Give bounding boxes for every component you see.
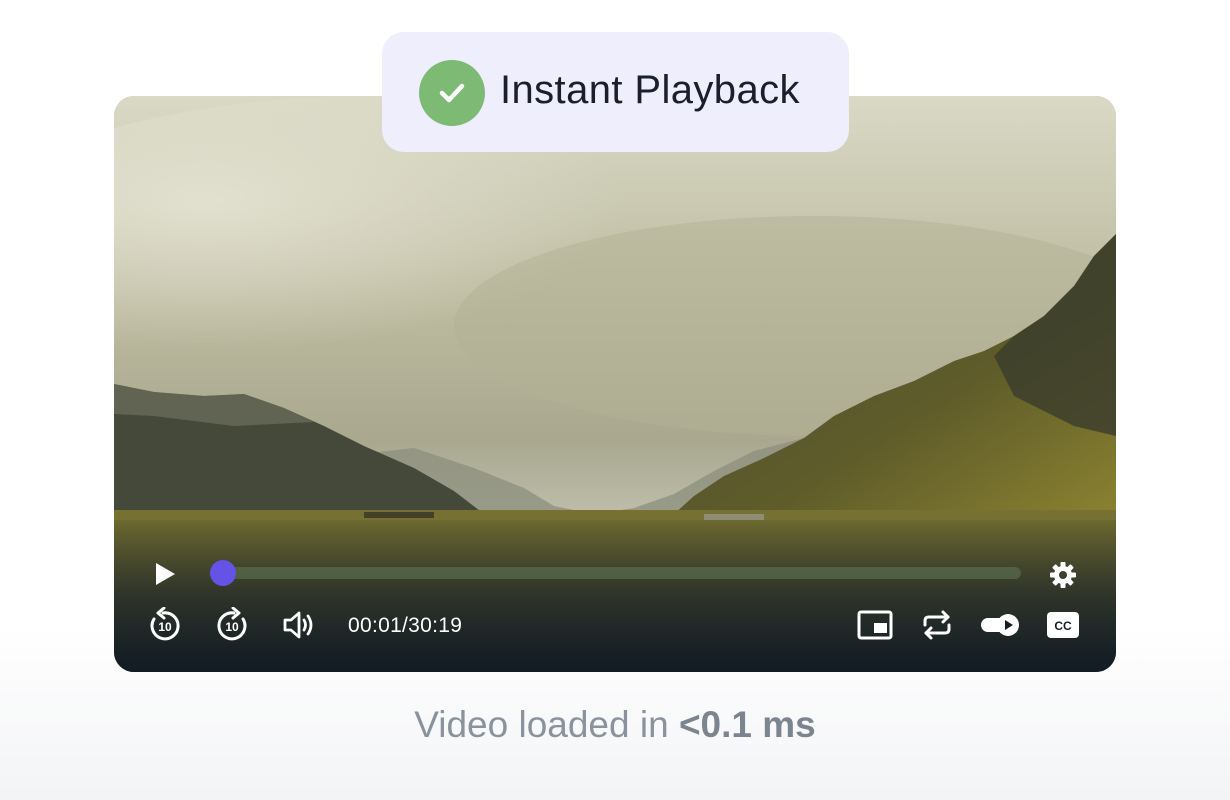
autoplay-toggle-icon <box>981 614 1019 636</box>
autoplay-toggle[interactable] <box>978 610 1022 640</box>
settings-button[interactable] <box>1046 558 1080 592</box>
closed-captions-button[interactable]: CC <box>1044 609 1082 641</box>
closed-captions-icon: CC <box>1047 612 1079 638</box>
rewind-10-icon: 10 <box>150 607 180 641</box>
loop-icon <box>923 610 951 640</box>
rewind-seconds: 10 <box>158 620 172 634</box>
forward-10-icon: 10 <box>217 607 247 641</box>
progress-thumb[interactable] <box>210 560 236 586</box>
time-display: 00:01/30:19 <box>348 614 463 637</box>
cc-label: CC <box>1054 619 1072 633</box>
caption-value: <0.1 ms <box>678 704 816 745</box>
caption-prefix: Video loaded in <box>414 704 679 745</box>
badge-label: Instant Playback <box>500 68 800 112</box>
instant-playback-badge: Instant Playback <box>382 32 849 152</box>
play-icon <box>156 563 175 585</box>
forward-seconds: 10 <box>225 620 239 634</box>
check-circle-icon <box>419 60 485 126</box>
load-time-caption: Video loaded in <0.1 ms <box>0 704 1230 746</box>
play-button[interactable] <box>150 559 180 589</box>
volume-button[interactable] <box>280 608 318 642</box>
volume-icon <box>283 611 313 639</box>
progress-bar[interactable] <box>210 567 1021 579</box>
picture-in-picture-icon <box>857 610 893 640</box>
controls-overlay <box>114 522 1116 672</box>
gear-icon <box>1050 562 1076 588</box>
picture-in-picture-button[interactable] <box>855 608 895 642</box>
video-player[interactable]: 10 10 00:01/30:19 CC <box>114 96 1116 672</box>
loop-button[interactable] <box>918 608 956 642</box>
rewind-10-button[interactable]: 10 <box>146 606 184 644</box>
forward-10-button[interactable]: 10 <box>213 606 251 644</box>
